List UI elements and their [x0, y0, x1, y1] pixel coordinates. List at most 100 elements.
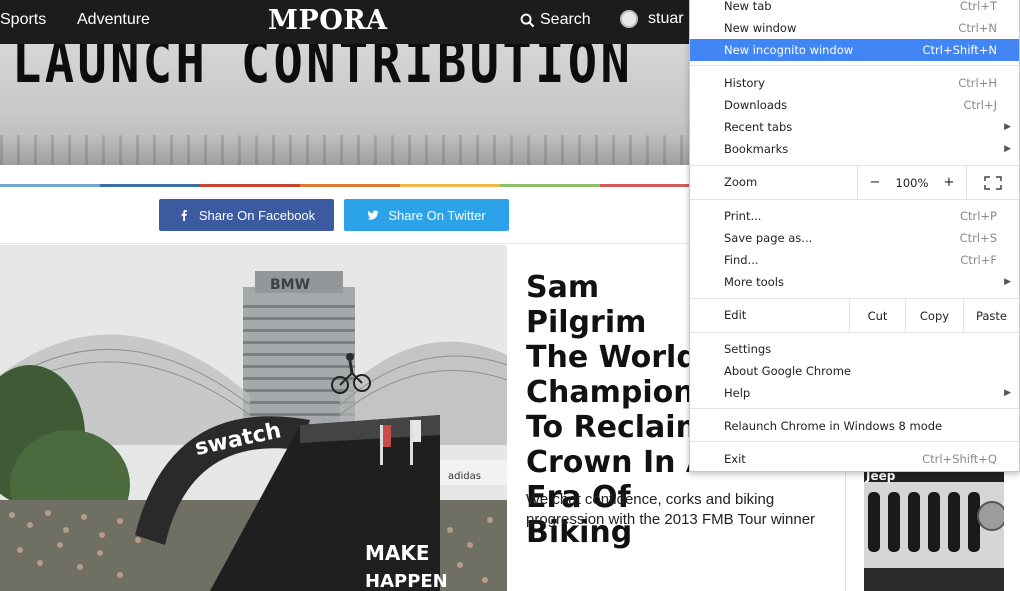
menu-item-about-chrome[interactable]: About Google Chrome [690, 360, 1019, 382]
menu-item-shortcut: Ctrl+P [959, 209, 997, 223]
edit-row: Edit Cut Copy Paste [690, 299, 1019, 332]
menu-item-more-tools[interactable]: More tools ▶ [690, 271, 1019, 293]
menu-item-shortcut: Ctrl+J [963, 98, 998, 112]
copy-button[interactable]: Copy [905, 299, 963, 332]
chevron-right-icon: ▶ [1004, 388, 1011, 398]
zoom-in-button[interactable]: + [932, 166, 966, 199]
menu-item-find[interactable]: Find... Ctrl+F [690, 249, 1019, 271]
menu-item-label: Settings [724, 342, 772, 356]
chevron-right-icon: ▶ [1004, 122, 1011, 132]
menu-item-history[interactable]: History Ctrl+H [690, 72, 1019, 94]
nav-sports[interactable]: Sports [0, 11, 46, 29]
avatar [620, 10, 638, 28]
adidas-sign: adidas [448, 471, 481, 482]
menu-item-shortcut: Ctrl+H [958, 76, 997, 90]
chevron-right-icon: ▶ [1004, 144, 1011, 154]
menu-separator [690, 332, 1019, 333]
strip-segment [300, 184, 400, 187]
zoom-level: 100% [895, 175, 929, 190]
menu-item-label: Exit [724, 452, 746, 466]
menu-item-label: New incognito window [724, 43, 854, 57]
site-header: Sports Adventure MPORA Search stuar [0, 0, 700, 44]
edit-label: Edit [724, 308, 747, 322]
jeep-ad[interactable]: Jeep [864, 468, 1004, 591]
menu-item-label: Print... [724, 209, 762, 223]
menu-item-label: Downloads [724, 98, 788, 112]
paste-button[interactable]: Paste [963, 299, 1019, 332]
strip-segment [500, 184, 600, 187]
hero-title: LAUNCH CONTRIBUTION [12, 44, 634, 96]
article-image[interactable]: BMW swatch MAKE HAPPEN adidas [0, 245, 507, 591]
menu-item-shortcut: Ctrl+Shift+Q [922, 452, 997, 466]
search-icon [520, 13, 535, 27]
facebook-icon [181, 210, 187, 221]
menu-item-label: More tools [724, 275, 784, 289]
menu-item-settings[interactable]: Settings [690, 338, 1019, 360]
menu-item-label: New tab [724, 0, 772, 13]
menu-item-label: Find... [724, 253, 759, 267]
search-button[interactable]: Search [520, 11, 591, 29]
color-strip [0, 184, 700, 187]
article-subtitle: We chat confidence, corks and biking pro… [526, 491, 816, 528]
menu-item-label: Help [724, 386, 751, 400]
menu-item-label: History [724, 76, 765, 90]
chrome-menu: New tab Ctrl+T New window Ctrl+N New inc… [689, 0, 1020, 472]
site-logo[interactable]: MPORA [268, 5, 388, 36]
bmw-sign: BMW [270, 277, 310, 293]
menu-item-new-tab[interactable]: New tab Ctrl+T [690, 0, 1019, 17]
bmx-scene-illustration: BMW swatch MAKE HAPPEN adidas [0, 245, 507, 591]
zoom-label: Zoom [724, 175, 758, 189]
happen-sign: HAPPEN [365, 571, 448, 591]
jeep-grille-illustration: Jeep [864, 468, 1004, 591]
share-facebook-label: Share On Facebook [198, 207, 316, 223]
menu-item-label: Bookmarks [724, 142, 789, 156]
strip-segment [400, 184, 500, 187]
menu-item-save-page[interactable]: Save page as... Ctrl+S [690, 227, 1019, 249]
menu-item-label: Save page as... [724, 231, 813, 245]
nav-adventure[interactable]: Adventure [77, 11, 150, 29]
menu-item-label: Relaunch Chrome in Windows 8 mode [724, 419, 943, 433]
hero-texture [0, 135, 700, 165]
zoom-row: Zoom − 100% + [690, 166, 1019, 199]
zoom-out-button[interactable]: − [857, 166, 892, 199]
menu-item-new-window[interactable]: New window Ctrl+N [690, 17, 1019, 39]
menu-item-exit[interactable]: Exit Ctrl+Shift+Q [690, 448, 1019, 470]
menu-item-recent-tabs[interactable]: Recent tabs ▶ [690, 116, 1019, 138]
strip-segment [600, 184, 700, 187]
menu-item-bookmarks[interactable]: Bookmarks ▶ [690, 138, 1019, 160]
menu-item-shortcut: Ctrl+N [958, 21, 997, 35]
fullscreen-button[interactable] [966, 166, 1019, 199]
cut-button[interactable]: Cut [849, 299, 905, 332]
share-facebook-button[interactable]: Share On Facebook [159, 199, 334, 231]
menu-item-new-incognito-window[interactable]: New incognito window Ctrl+Shift+N [690, 39, 1019, 61]
menu-item-relaunch-windows8[interactable]: Relaunch Chrome in Windows 8 mode [690, 415, 1019, 437]
user-name: stuar [648, 10, 684, 27]
menu-item-shortcut: Ctrl+S [959, 231, 997, 245]
hero-banner: LAUNCH CONTRIBUTION [0, 44, 700, 165]
strip-segment [100, 184, 200, 187]
menu-item-print[interactable]: Print... Ctrl+P [690, 205, 1019, 227]
share-twitter-label: Share On Twitter [388, 207, 486, 223]
search-label: Search [540, 11, 591, 28]
share-twitter-button[interactable]: Share On Twitter [344, 199, 509, 231]
user-menu[interactable]: stuar [620, 10, 684, 28]
menu-item-label: Recent tabs [724, 120, 793, 134]
sidebar-divider [845, 470, 846, 591]
strip-segment [0, 184, 100, 187]
twitter-icon [367, 210, 379, 220]
menu-separator [690, 408, 1019, 409]
menu-separator [690, 199, 1019, 200]
menu-item-shortcut: Ctrl+T [959, 0, 997, 13]
menu-separator [690, 65, 1019, 66]
menu-item-help[interactable]: Help ▶ [690, 382, 1019, 404]
fullscreen-icon [984, 175, 1002, 190]
menu-item-shortcut: Ctrl+Shift+N [922, 43, 997, 57]
chevron-right-icon: ▶ [1004, 277, 1011, 287]
menu-item-label: New window [724, 21, 797, 35]
strip-segment [200, 184, 300, 187]
menu-item-shortcut: Ctrl+F [960, 253, 997, 267]
menu-item-label: About Google Chrome [724, 364, 851, 378]
make-sign: MAKE [365, 541, 430, 565]
menu-separator [690, 441, 1019, 442]
menu-item-downloads[interactable]: Downloads Ctrl+J [690, 94, 1019, 116]
